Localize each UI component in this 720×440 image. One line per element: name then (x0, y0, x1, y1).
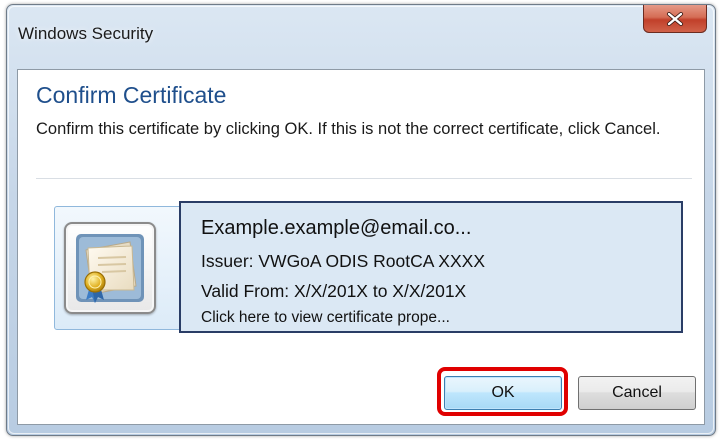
certificate-details-panel[interactable]: Example.example@email.co... Issuer: VWGo… (179, 201, 683, 333)
dialog-heading: Confirm Certificate (36, 82, 227, 108)
close-icon (667, 11, 683, 26)
page: Windows Security Confirm Certificate Con… (0, 0, 720, 440)
close-button[interactable] (643, 5, 707, 33)
certificate-icon (64, 222, 156, 314)
cancel-button[interactable]: Cancel (578, 376, 696, 410)
ok-button[interactable]: OK (444, 376, 562, 410)
dialog-message: Confirm this certificate by clicking OK.… (36, 120, 661, 138)
separator (36, 178, 692, 179)
certificate-issuer: Issuer: VWGoA ODIS RootCA XXXX (201, 251, 485, 271)
certificate-validity: Valid From: X/X/201X to X/X/201X (201, 281, 467, 301)
window-title: Windows Security (18, 24, 154, 43)
view-certificate-properties-link[interactable]: Click here to view certificate prope... (201, 309, 450, 329)
certificate-subject: Example.example@email.co... (201, 217, 472, 239)
